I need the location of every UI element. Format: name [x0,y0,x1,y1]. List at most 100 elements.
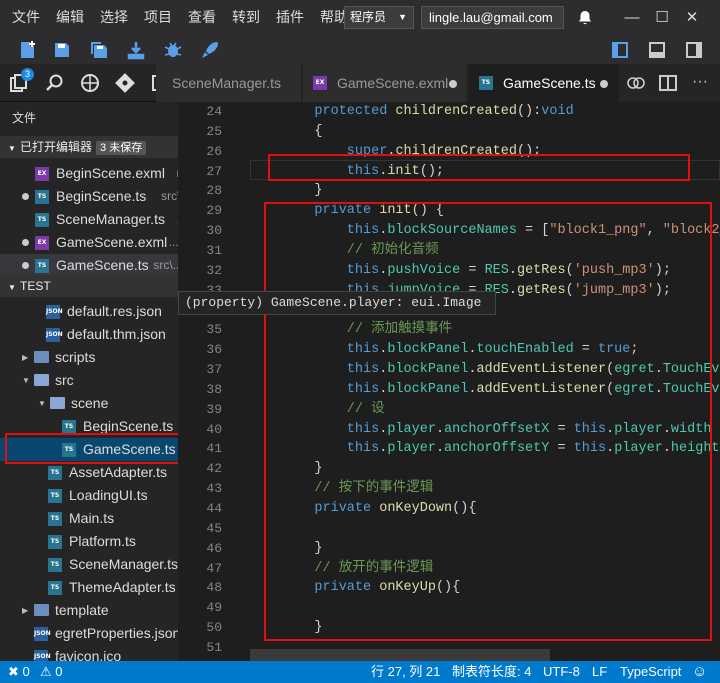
tree-item[interactable]: JSON egretProperties.json [0,622,178,645]
code-line: { [282,122,323,142]
more-actions-icon[interactable]: ··· [688,71,712,95]
chevron-down-icon: ▼ [8,283,16,292]
annotation-box-init-call [268,154,690,181]
account-email[interactable]: lingle.lau@gmail.com [421,6,564,29]
toggle-sidebar-icon[interactable] [608,38,632,62]
language-mode[interactable]: TypeScript [620,661,681,683]
open-editor-path: src\... [161,189,178,203]
menu-goto[interactable]: 转到 [224,0,268,35]
minimize-icon[interactable]: — [617,0,647,35]
annotation-box-init-method [264,202,712,641]
debug-icon[interactable] [161,38,185,62]
unsaved-dot-icon [22,239,29,246]
save-icon[interactable] [50,38,74,62]
code-token: } [282,183,323,199]
open-editor-item[interactable]: EXBeginScene.exmlr... [0,162,178,185]
close-icon[interactable]: ✕ [677,0,707,35]
feedback-icon[interactable]: ☺ [692,661,707,683]
tree-item[interactable]: ▶ scripts [0,346,178,369]
json-file-icon: JSON [34,650,51,661]
tab-scenemanager-ts[interactable]: SceneManager.ts [156,64,302,102]
tree-item[interactable]: JSON default.res.json [0,300,178,323]
split-editor-icon[interactable] [656,71,680,95]
editor-tabs: SceneManager.ts EX GameScene.exml TS Gam… [156,64,720,102]
tab-gamescene-exml[interactable]: EX GameScene.exml [303,64,468,102]
save-all-icon[interactable] [87,38,111,62]
warnings-status[interactable]: ⚠ 0 [40,661,63,683]
toggle-panel-icon[interactable] [645,38,669,62]
ts-file-icon: TS [48,466,62,480]
tab-gamescene-ts[interactable]: TS GameScene.ts [469,64,619,102]
tree-item-label: scene [71,395,109,411]
open-editor-item[interactable]: EX GameScene.exml... [0,231,178,254]
code-line: } [282,181,323,201]
open-editor-item[interactable]: TSSceneManager.ts... [0,208,178,231]
open-editor-label: GameScene.exml [56,234,168,250]
tree-item-label: ThemeAdapter.ts [69,579,176,595]
menu-plugins[interactable]: 插件 [268,0,312,35]
tree-item[interactable]: JSON default.thm.json [0,323,178,346]
code-token: childrenCreated [395,104,517,119]
line-number: 25 [206,123,222,139]
line-number: 43 [206,481,222,497]
errors-status[interactable]: ✖ 0 [8,661,30,683]
source-control-icon[interactable] [113,71,137,95]
menu-select[interactable]: 选择 [92,0,136,35]
notification-bell-icon[interactable] [570,0,600,35]
run-rocket-icon[interactable] [198,38,222,62]
error-icon: ✖ [8,664,19,679]
new-file-icon[interactable] [16,38,40,62]
ts-file-icon: TS [35,213,49,227]
menu-edit[interactable]: 编辑 [48,0,92,35]
open-editors-header[interactable]: ▼ 已打开编辑器 3 未保存 [0,136,178,158]
ts-file-icon: TS [48,581,62,595]
encoding[interactable]: UTF-8 [543,661,580,683]
tree-item[interactable]: ▼ scene [0,392,178,415]
code-editor[interactable]: 24 protected childrenCreated():void 25 {2… [178,102,720,661]
folder-icon [34,604,49,616]
chevron-down-icon[interactable]: ▼ [22,369,30,392]
line-number: 37 [206,362,222,378]
maximize-icon[interactable]: ☐ [647,0,677,35]
developer-select[interactable]: 程序员 ▼ [344,6,414,29]
open-editor-path: src\... [153,258,178,272]
unsaved-dot-icon[interactable] [600,80,608,88]
menu-project[interactable]: 项目 [136,0,180,35]
project-label: TEST [20,279,51,293]
menu-file[interactable]: 文件 [0,0,48,35]
tree-item[interactable]: TS SceneManager.ts [0,553,178,576]
search-icon[interactable] [43,71,67,95]
tree-item[interactable]: TS AssetAdapter.ts [0,461,178,484]
tree-item[interactable]: TS Platform.ts [0,530,178,553]
toggle-layout-icon[interactable] [682,38,706,62]
tree-item[interactable]: ▼ src [0,369,178,392]
menu-view[interactable]: 查看 [180,0,224,35]
line-number: 29 [206,203,222,219]
horizontal-scrollbar[interactable] [250,649,550,661]
line-ending[interactable]: LF [592,661,607,683]
unsaved-dot-icon[interactable] [449,80,457,88]
code-token: { [282,123,323,139]
open-editor-item[interactable]: TS GameScene.ts src\... [0,254,178,277]
tree-item[interactable]: TS ThemeAdapter.ts [0,576,178,599]
tab-size[interactable]: 制表符长度: 4 [452,661,531,683]
warning-icon: ⚠ [40,664,52,679]
chevron-right-icon[interactable]: ▶ [22,599,28,622]
tree-item[interactable]: TS Main.ts [0,507,178,530]
debug-bug-icon[interactable] [78,71,102,95]
tree-item[interactable]: TS LoadingUI.ts [0,484,178,507]
open-editor-item[interactable]: TS BeginScene.ts src\... [0,185,178,208]
folder-icon [34,351,49,363]
chevron-right-icon[interactable]: ▶ [22,346,28,369]
project-header[interactable]: ▼ TEST [0,275,178,297]
tree-item[interactable]: ▶ template [0,599,178,622]
tree-item[interactable]: JSON favicon.ico [0,645,178,661]
cursor-position[interactable]: 行 27, 列 21 [371,661,440,683]
build-icon[interactable] [124,38,148,62]
compare-icon[interactable] [624,71,648,95]
explorer-icon[interactable]: 3 [8,68,34,95]
developer-select-value: 程序员 [350,10,387,24]
line-number: 49 [206,600,222,616]
line-number: 47 [206,560,222,576]
chevron-down-icon[interactable]: ▼ [38,392,46,415]
